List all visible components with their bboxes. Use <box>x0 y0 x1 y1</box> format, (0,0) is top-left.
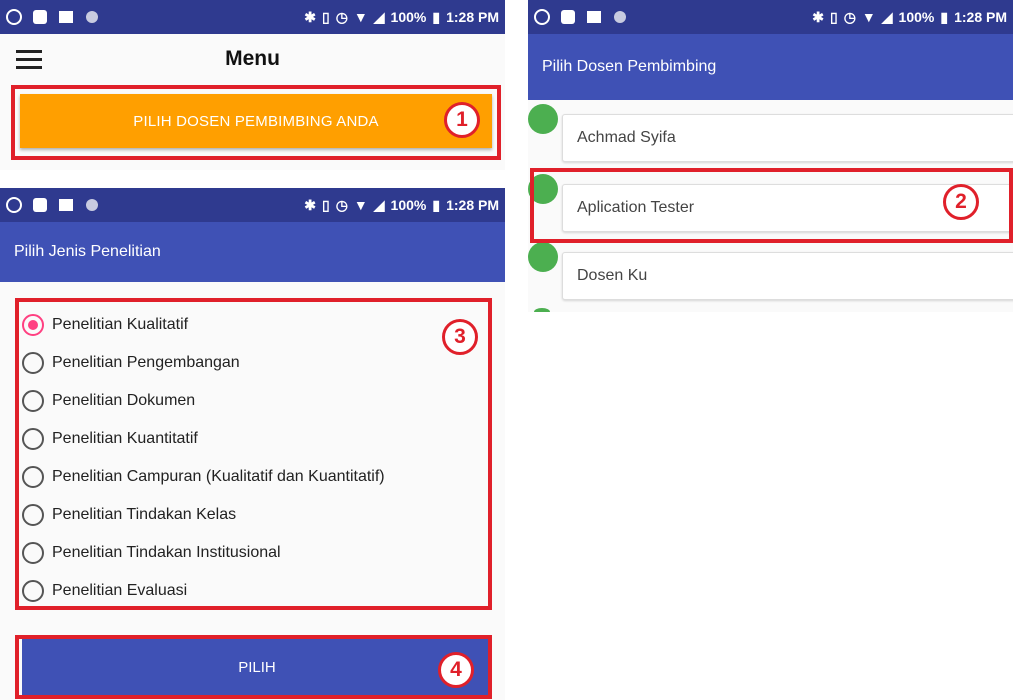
vibrate-icon: ▯ <box>321 196 330 213</box>
lecturer-card[interactable]: Achmad Syifa <box>562 114 1013 162</box>
circle-icon <box>84 9 100 25</box>
bluetooth-icon: ✱ <box>304 8 316 25</box>
bluetooth-icon: ✱ <box>812 8 824 25</box>
alarm-icon: ◷ <box>335 196 348 213</box>
status-bar: ✱ ▯ ◷ ▼ ◢ 100% ▮ 1:28 PM <box>528 0 1013 34</box>
app-icon <box>32 9 48 25</box>
alarm-icon: ◷ <box>335 8 348 25</box>
clock: 1:28 PM <box>446 9 499 25</box>
hamburger-menu-icon[interactable] <box>16 50 42 70</box>
supervisor-screen: ✱ ▯ ◷ ▼ ◢ 100% ▮ 1:28 PM Pilih Dosen Pem… <box>528 0 1013 312</box>
list-item[interactable]: Achmad Syifa <box>528 104 1013 162</box>
signal-icon: ◢ <box>373 8 385 25</box>
battery-percent: 100% <box>390 9 427 25</box>
status-dot-icon <box>528 242 558 272</box>
battery-icon: ▮ <box>940 8 949 25</box>
whatsapp-icon <box>6 9 22 25</box>
lecturer-card[interactable]: Dosen Ku <box>562 252 1013 300</box>
annotation-box-2 <box>530 168 1013 243</box>
annotation-box-1 <box>11 85 501 160</box>
battery-icon: ▮ <box>432 8 441 25</box>
battery-percent: 100% <box>898 9 935 25</box>
signal-icon: ◢ <box>881 8 893 25</box>
battery-icon: ▮ <box>432 196 441 213</box>
image-icon <box>586 9 602 25</box>
toolbar-title: Pilih Jenis Penelitian <box>0 222 505 282</box>
wifi-icon: ▼ <box>353 197 368 213</box>
annotation-badge-3: 3 <box>442 319 478 355</box>
status-dot-icon <box>528 104 558 134</box>
toolbar-title: Pilih Dosen Pembimbing <box>528 34 1013 100</box>
image-icon <box>58 197 74 213</box>
vibrate-icon: ▯ <box>829 8 838 25</box>
annotation-box-3 <box>15 298 492 610</box>
annotation-badge-4: 4 <box>438 652 474 688</box>
circle-icon <box>612 9 628 25</box>
wifi-icon: ▼ <box>861 9 876 25</box>
app-icon <box>32 197 48 213</box>
image-icon <box>58 9 74 25</box>
annotation-badge-1: 1 <box>444 102 480 138</box>
list-item[interactable]: Dosen Ku <box>528 242 1013 300</box>
annotation-box-4 <box>15 635 492 699</box>
alarm-icon: ◷ <box>843 8 856 25</box>
menu-app-bar: Menu <box>0 34 505 84</box>
whatsapp-icon <box>6 197 22 213</box>
status-bar: ✱ ▯ ◷ ▼ ◢ 100% ▮ 1:28 PM <box>0 188 505 222</box>
vibrate-icon: ▯ <box>321 8 330 25</box>
clock: 1:28 PM <box>954 9 1007 25</box>
app-icon <box>560 9 576 25</box>
bluetooth-icon: ✱ <box>304 196 316 213</box>
wifi-icon: ▼ <box>353 9 368 25</box>
signal-icon: ◢ <box>373 196 385 213</box>
status-dot-icon <box>534 308 550 312</box>
whatsapp-icon <box>534 9 550 25</box>
clock: 1:28 PM <box>446 197 499 213</box>
battery-percent: 100% <box>390 197 427 213</box>
status-bar: ✱ ▯ ◷ ▼ ◢ 100% ▮ 1:28 PM <box>0 0 505 34</box>
page-title: Menu <box>225 47 280 70</box>
circle-icon <box>84 197 100 213</box>
annotation-badge-2: 2 <box>943 184 979 220</box>
